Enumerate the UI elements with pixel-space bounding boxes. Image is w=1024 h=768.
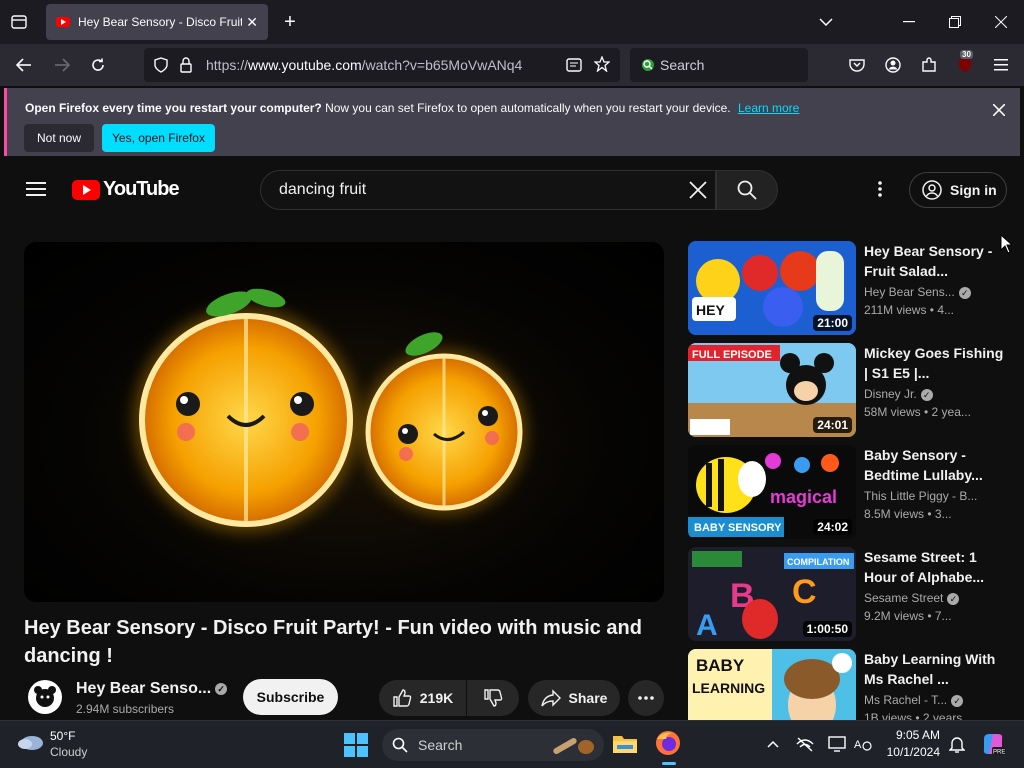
windows-start-icon[interactable] xyxy=(344,733,368,762)
copilot-icon[interactable]: PRE xyxy=(980,731,1006,762)
svg-text:LEARNING: LEARNING xyxy=(692,680,765,696)
verified-check-icon: ✓ xyxy=(947,592,960,605)
recommendation-meta: 8.5M views • 3... xyxy=(864,507,952,521)
recommendations-list: HEY 21:00 Hey Bear Sensory - Fruit Salad..… xyxy=(0,0,1024,720)
recommendation-title[interactable]: Baby Sensory - Bedtime Lullaby... xyxy=(864,445,1004,485)
recommendation-channel-name: Ms Rachel - T... xyxy=(864,693,948,707)
recommendation-channel[interactable]: Disney Jr. ✓ xyxy=(864,387,933,401)
recommendation-channel[interactable]: Sesame Street ✓ xyxy=(864,591,960,605)
clock-date[interactable]: 10/1/2024 xyxy=(870,745,940,759)
recommendation-channel-name: This Little Piggy - B... xyxy=(864,489,978,503)
recommendation-item[interactable]: HEY 21:00 Hey Bear Sensory - Fruit Salad..… xyxy=(688,241,1008,337)
recommendation-item[interactable]: B A C COMPILATION 1:00:50 Sesame Street: 1 Ho… xyxy=(688,547,1008,643)
svg-text:FULL EPISODE: FULL EPISODE xyxy=(692,349,772,361)
recommendation-channel-name: Sesame Street xyxy=(864,591,944,605)
recommendation-item[interactable]: BABY LEARNING Baby Learning With Ms Rachel… xyxy=(688,649,1008,720)
recommendation-item[interactable]: FULL EPISODE 24:01 Mickey Goes Fishing | S… xyxy=(688,343,1008,439)
svg-text:magical: magical xyxy=(770,487,837,507)
recommendation-channel[interactable]: Hey Bear Sens... ✓ xyxy=(864,285,971,299)
recommendation-channel-name: Hey Bear Sens... xyxy=(864,285,955,299)
verified-check-icon: ✓ xyxy=(951,694,964,707)
svg-text:BABY SENSORY: BABY SENSORY xyxy=(694,522,782,534)
svg-text:A: A xyxy=(696,609,718,641)
taskbar-search[interactable]: Search xyxy=(382,729,604,761)
recommendation-item[interactable]: magical BABY SENSORY 24:02 Baby Sensory - B… xyxy=(688,445,1008,541)
duration-badge: 24:01 xyxy=(813,417,852,433)
recommendation-thumbnail[interactable]: B A C COMPILATION 1:00:50 xyxy=(688,547,856,641)
display-icon[interactable] xyxy=(826,733,848,755)
verified-check-icon: ✓ xyxy=(958,286,971,299)
recommendation-meta: 211M views • 4... xyxy=(864,303,955,317)
clock-time[interactable]: 9:05 AM xyxy=(880,728,940,742)
file-explorer-icon[interactable] xyxy=(612,731,638,760)
weather-cloud-icon[interactable] xyxy=(16,731,44,756)
recommendation-thumbnail[interactable]: magical BABY SENSORY 24:02 xyxy=(688,445,856,539)
show-hidden-icons-chevron-icon[interactable] xyxy=(764,735,782,753)
svg-text:C: C xyxy=(792,573,817,611)
duration-badge: 1:00:50 xyxy=(802,621,852,637)
recommendation-title[interactable]: Mickey Goes Fishing | S1 E5 |... xyxy=(864,343,1004,383)
weather-temp[interactable]: 50°F xyxy=(50,729,75,743)
recommendation-channel[interactable]: This Little Piggy - B... xyxy=(864,489,977,503)
taskbar-search-icon xyxy=(392,737,408,756)
recommendation-meta: 1B views • 2 years... xyxy=(864,711,973,720)
duration-badge: 21:00 xyxy=(813,315,852,331)
recommendation-channel[interactable]: Ms Rachel - T... ✓ xyxy=(864,693,964,707)
recommendation-title[interactable]: Hey Bear Sensory - Fruit Salad... xyxy=(864,241,1004,281)
firefox-taskbar-icon[interactable] xyxy=(654,729,682,765)
svg-text:COMPILATION: COMPILATION xyxy=(787,557,849,567)
svg-text:A: A xyxy=(854,739,862,751)
weather-condition[interactable]: Cloudy xyxy=(50,745,87,759)
recommendation-title[interactable]: Baby Learning With Ms Rachel ... xyxy=(864,649,1004,689)
recommendation-thumbnail[interactable]: BABY LEARNING xyxy=(688,649,856,720)
recommendation-meta: 9.2M views • 7... xyxy=(864,609,952,623)
svg-text:BABY: BABY xyxy=(696,656,745,675)
recommendation-thumbnail[interactable]: HEY 21:00 xyxy=(688,241,856,335)
verified-check-icon: ✓ xyxy=(920,388,933,401)
duration-badge: 24:02 xyxy=(813,519,852,535)
recommendation-channel-name: Disney Jr. xyxy=(864,387,917,401)
network-offline-icon[interactable] xyxy=(794,733,816,755)
windows-taskbar: 50°F Cloudy Search A 9:05 AM 10/1/2024 P… xyxy=(0,720,1024,768)
recommendation-meta: 58M views • 2 yea... xyxy=(864,405,971,419)
svg-text:HEY: HEY xyxy=(696,302,725,318)
recommendation-thumbnail[interactable]: FULL EPISODE 24:01 xyxy=(688,343,856,437)
recommendation-title[interactable]: Sesame Street: 1 Hour of Alphabe... xyxy=(864,547,1004,587)
taskbar-search-label: Search xyxy=(418,737,463,753)
search-highlight-icon xyxy=(548,733,598,760)
notification-bell-icon[interactable] xyxy=(946,733,968,755)
svg-text:PRE: PRE xyxy=(993,750,1005,756)
